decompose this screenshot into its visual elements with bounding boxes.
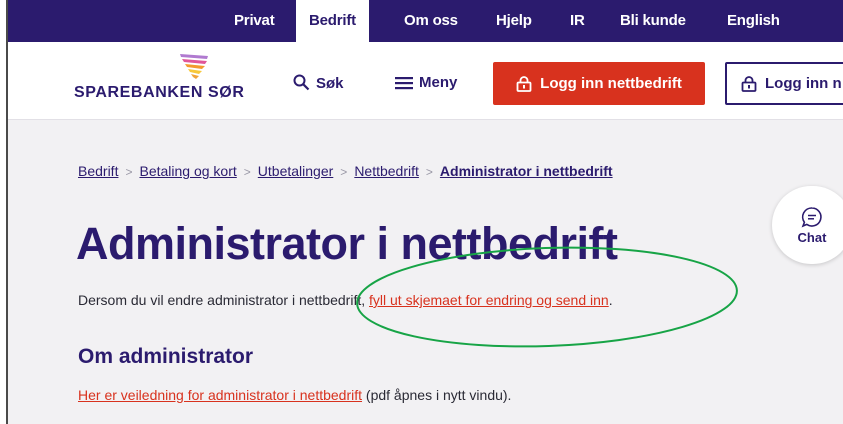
intro-paragraph: Dersom du vil endre administrator i nett… (78, 292, 613, 308)
login-nettbedrift-label: Logg inn nettbedrift (540, 75, 682, 92)
logo-text: SPAREBANKEN SØR (74, 84, 245, 101)
chat-bubble-icon (801, 206, 822, 227)
breadcrumb-current[interactable]: Administrator i nettbedrift (440, 163, 613, 179)
intro-text: Dersom du vil endre administrator i nett… (78, 292, 370, 308)
breadcrumb-separator-icon: > (125, 165, 133, 179)
change-admin-form-link[interactable]: fyll ut skjemaet for endring og send inn (369, 292, 609, 308)
search-label: Søk (316, 75, 344, 92)
breadcrumb-utbetalinger[interactable]: Utbetalinger (258, 163, 334, 179)
topnav-bli-kunde[interactable]: Bli kunde (620, 0, 686, 42)
search-icon (293, 74, 310, 91)
guide-suffix: (pdf åpnes i nytt vindu). (362, 387, 512, 403)
topnav-english[interactable]: English (727, 0, 780, 42)
topnav-ir[interactable]: IR (570, 0, 585, 42)
admin-guide-pdf-link[interactable]: Her er veiledning for administrator i ne… (78, 387, 362, 403)
topnav-privat[interactable]: Privat (234, 0, 275, 42)
hamburger-menu-icon (395, 77, 413, 90)
menu-label: Meny (419, 74, 458, 91)
breadcrumb-betaling-og-kort[interactable]: Betaling og kort (139, 163, 236, 179)
breadcrumb-separator-icon: > (425, 165, 433, 179)
breadcrumb: Bedrift > Betaling og kort > Utbetalinger > Ne… (78, 163, 613, 179)
menu-button[interactable]: Meny (395, 74, 457, 91)
breadcrumb-bedrift[interactable]: Bedrift (78, 163, 118, 179)
logo-mark-icon (180, 54, 208, 79)
topnav-om-oss[interactable]: Om oss (404, 0, 458, 42)
guide-paragraph: Her er veiledning for administrator i ne… (78, 387, 511, 403)
lock-icon (516, 75, 532, 92)
topnav-hjelp[interactable]: Hjelp (496, 0, 532, 42)
chat-button[interactable]: Chat (772, 186, 843, 264)
search-button[interactable]: Søk (293, 74, 344, 92)
page-title: Administrator i nettbedrift (76, 218, 618, 269)
intro-end: . (608, 292, 613, 308)
site-header: SPAREBANKEN SØR Søk Meny Logg inn nettbe… (8, 42, 843, 120)
breadcrumb-separator-icon: > (340, 165, 348, 179)
breadcrumb-nettbedrift[interactable]: Nettbedrift (354, 163, 419, 179)
lock-icon (741, 75, 757, 92)
topnav-bedrift[interactable]: Bedrift (296, 0, 369, 42)
top-navigation: Privat Bedrift Om oss Hjelp IR Bli kunde… (8, 0, 843, 42)
login-nettbank-label: Logg inn n (765, 75, 842, 92)
chat-label: Chat (797, 229, 827, 245)
breadcrumb-separator-icon: > (243, 165, 251, 179)
browser-viewport: Privat Bedrift Om oss Hjelp IR Bli kunde… (6, 0, 843, 424)
login-nettbedrift-button[interactable]: Logg inn nettbedrift (493, 62, 705, 105)
login-nettbank-button[interactable]: Logg inn n (725, 62, 843, 105)
section-title-om-administrator: Om administrator (78, 345, 254, 368)
sparebanken-sor-logo[interactable]: SPAREBANKEN SØR (74, 52, 264, 108)
